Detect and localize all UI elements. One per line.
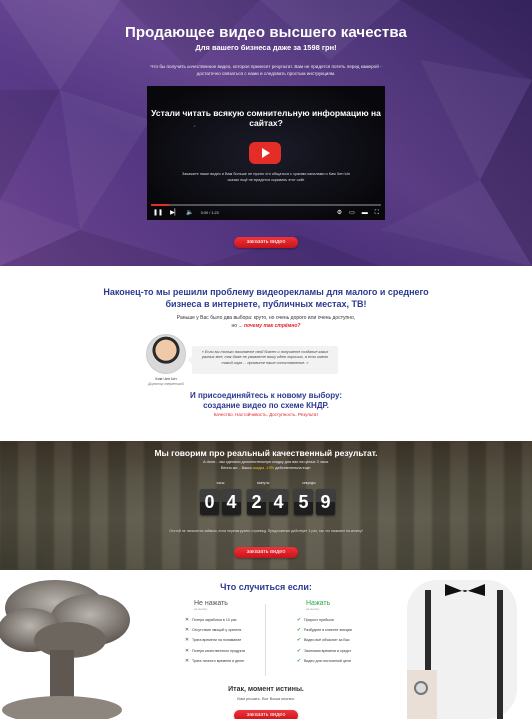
timer-label-seconds: секунды xyxy=(302,481,316,485)
join-title: И присоединяйтесь к новому выбору: созда… xyxy=(0,391,532,410)
problem-section: Наконец-то мы решили проблему видеорекла… xyxy=(0,266,532,441)
settings-icon[interactable]: ⚙ xyxy=(337,209,342,217)
video-progress-fill xyxy=(151,204,170,206)
no-click-column: Не нажать на кнопку ✕ Потеря заработка в … xyxy=(182,600,292,666)
avatar xyxy=(146,334,186,374)
list-item: ✔ Экономия времени и средст xyxy=(294,646,404,656)
results-note: Отстой не наносится займом, если перезаг… xyxy=(169,529,363,533)
fullscreen-icon[interactable]: ⛶ xyxy=(375,209,379,217)
problem-title: Наконец-то мы решили проблему видеорекла… xyxy=(103,287,429,309)
problem-text-line1: Раньше у Вас было два выбора: круто, но … xyxy=(176,315,356,321)
click-column: Нажать на кнопку ✔ Прирост прибыли ✔ Разбу… xyxy=(294,600,404,666)
countdown-timer: 0 4 2 4 5 9 xyxy=(200,489,335,515)
join-subtitle: Качество. Настойчивость. Доступность. Ре… xyxy=(213,412,319,417)
video-caption: Закажите наше видео и Вам больше не нужн… xyxy=(182,172,350,182)
video-progress-bar[interactable] xyxy=(151,204,381,206)
join-title-line1: И присоединяйтесь к новому выбору: xyxy=(189,391,343,400)
avatar-role: Директор энергетикой xyxy=(148,382,184,386)
hero-order-button[interactable]: заказать видео xyxy=(234,237,298,248)
volume-icon[interactable]: 🔈 xyxy=(186,209,193,217)
video-headline: Устали читать всякую сомнительную информ… xyxy=(151,108,381,128)
list-item: ✔ Видео для постоянной цели xyxy=(294,656,404,666)
list-item: ✔ Прирост прибыли xyxy=(294,615,404,625)
video-player[interactable]: Устали читать всякую сомнительную информ… xyxy=(147,86,385,220)
list-item: ✕ Отсутствие эмоций у зрителя xyxy=(182,625,292,635)
play-button-icon[interactable] xyxy=(249,142,281,164)
final-order-button[interactable]: заказать видео xyxy=(234,710,298,719)
problem-text-prefix: но ... xyxy=(231,323,243,329)
avatar-name: Ким Чен Ын xyxy=(155,377,177,381)
list-item: ✕ Потеря качественного продукта xyxy=(182,646,292,656)
check-icon: ✔ xyxy=(296,617,302,624)
cross-icon: ✕ xyxy=(184,637,190,644)
list-item: ✔ Разбудите в клиенте эмоции xyxy=(294,625,404,635)
list-item: ✔ Видео всё объяснит за Вас xyxy=(294,635,404,645)
final-title: Итак, момент истины. xyxy=(228,686,304,693)
results-section: Мы говорим про реальный качественный рез… xyxy=(0,441,532,570)
comparison-title: Что случиться если: xyxy=(220,582,312,592)
theater-icon[interactable]: ▬ xyxy=(362,209,368,217)
cross-icon: ✕ xyxy=(184,627,190,634)
results-desc-line2: Вечно же... Ваша скидка -10% действитель… xyxy=(221,465,311,470)
timer-labels: часы минуты секунды xyxy=(200,481,332,485)
results-order-button[interactable]: заказать видео xyxy=(234,547,298,558)
timer-digit: 9 xyxy=(316,489,335,515)
video-time: 0:00 / 1:23 xyxy=(200,211,219,215)
problem-text-line2: но ... почему так стрёмно? xyxy=(0,322,532,330)
results-description: А done... мы сделали дополнительную скид… xyxy=(0,460,532,471)
hero-section: Продающее видео высшего качества Для ваш… xyxy=(0,0,532,266)
list-item: ✕ Трата времени на понимание xyxy=(182,635,292,645)
next-icon[interactable]: ▶▏ xyxy=(170,209,179,217)
miniplayer-icon[interactable]: ▭ xyxy=(349,209,355,217)
timer-label-minutes: минуты xyxy=(257,481,270,485)
timer-digit: 0 xyxy=(200,489,219,515)
timer-digit: 5 xyxy=(294,489,313,515)
hero-title: Продающее видео высшего качества xyxy=(125,24,407,41)
problem-text: Раньше у Вас было два выбора: круто, но … xyxy=(0,314,532,330)
click-subheading: на кнопку xyxy=(306,607,320,611)
testimonial-quote: « Если вы только начинаете свой бизнес и… xyxy=(188,346,338,374)
pause-icon[interactable]: ❚❚ xyxy=(153,209,163,217)
results-title: Мы говорим про реальный качественный рез… xyxy=(154,448,378,458)
cross-icon: ✕ xyxy=(184,647,190,654)
discount-badge: скидка -10% xyxy=(252,465,275,470)
list-item: ✕ Трата личного времени и денег xyxy=(182,656,292,666)
final-subtitle: Вам решать. Вот Ваша кнопка: xyxy=(237,696,295,701)
hero-subtitle: Для вашего бизнеса даже за 1598 грн! xyxy=(195,43,337,52)
list-item: ✕ Потеря заработка в 10 раз xyxy=(182,615,292,625)
cross-icon: ✕ xyxy=(184,657,190,664)
timer-digit: 4 xyxy=(269,489,288,515)
comparison-section: Что случиться если: Не нажать на кнопку … xyxy=(0,570,532,719)
check-icon: ✔ xyxy=(296,647,302,654)
click-heading: Нажать xyxy=(306,600,331,607)
no-click-heading: Не нажать xyxy=(194,600,228,607)
problem-text-highlight: почему так стрёмно? xyxy=(244,323,301,329)
cross-icon: ✕ xyxy=(184,617,190,624)
join-title-line2: создание видео по схеме КНДР. xyxy=(203,400,329,410)
timer-digit: 2 xyxy=(247,489,266,515)
check-icon: ✔ xyxy=(296,657,302,664)
timer-digit: 4 xyxy=(222,489,241,515)
no-click-subheading: на кнопку xyxy=(194,607,208,611)
video-controls: ❚❚ ▶▏ 🔈 0:00 / 1:23 ⚙ ▭ ▬ ⛶ xyxy=(147,207,385,219)
check-icon: ✔ xyxy=(296,637,302,644)
check-icon: ✔ xyxy=(296,627,302,634)
hero-description: Что бы получить качественное видео, кото… xyxy=(150,64,382,76)
timer-label-hours: часы xyxy=(216,481,225,485)
